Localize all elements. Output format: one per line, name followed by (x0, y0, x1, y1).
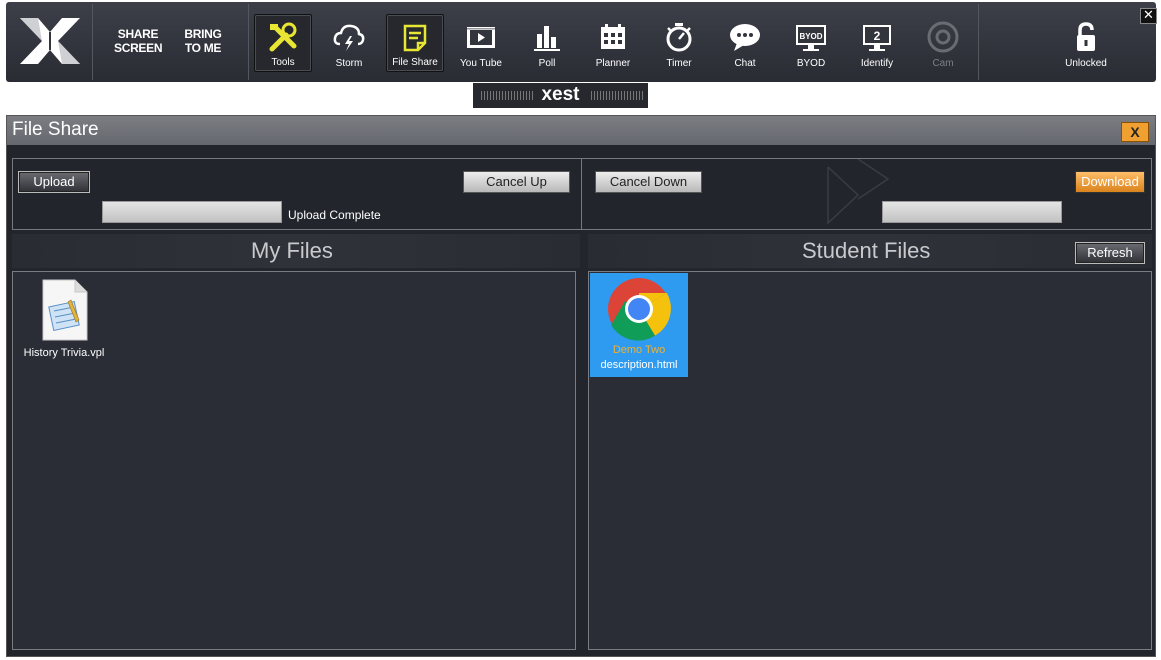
unlocked-padlock-icon (1077, 22, 1095, 51)
window-title: File Share (12, 119, 99, 140)
file-name: History Trivia.vpl (23, 347, 105, 359)
file-share-window: File Share X Upload Upload Complete Canc… (6, 115, 1156, 657)
download-button[interactable]: Download (1075, 171, 1145, 193)
file-share-label: File Share (392, 57, 438, 68)
app-logo-icon[interactable] (20, 18, 80, 64)
byod-monitor-icon: BYOD (796, 25, 826, 51)
transfer-panel: Upload Upload Complete Cancel Up Cancel … (12, 158, 1152, 230)
refresh-button[interactable]: Refresh (1075, 242, 1145, 264)
identify-monitor-icon: 2 (863, 25, 891, 51)
my-files-title: My Files (251, 238, 333, 263)
notepad-file-icon (42, 279, 88, 341)
close-icon: ✕ (1143, 8, 1154, 23)
cam-button[interactable]: Cam (914, 14, 972, 72)
toolbar-separator (978, 4, 979, 80)
tools-button[interactable]: Tools (254, 14, 312, 72)
poll-chart-icon (534, 26, 560, 51)
brand-stripes-right (591, 91, 643, 100)
storm-button[interactable]: Storm (320, 14, 378, 72)
cam-icon (927, 21, 959, 53)
planner-button[interactable]: Planner (584, 14, 642, 72)
storm-cloud-icon (333, 24, 365, 51)
chat-bubble-icon (730, 24, 760, 51)
youtube-label: You Tube (460, 58, 502, 69)
share-screen-line1: SHARE (117, 27, 159, 41)
file-item[interactable]: Demo Two description.html (590, 273, 688, 377)
file-share-button[interactable]: File Share (386, 14, 444, 72)
xest-brand-strip: xest (473, 83, 648, 108)
student-files-panel: Demo Two description.html (588, 271, 1152, 650)
byod-button[interactable]: BYOD BYOD (782, 14, 840, 72)
window-titlebar: File Share X (7, 116, 1155, 145)
poll-label: Poll (538, 58, 556, 69)
byod-badge: BYOD (799, 32, 822, 41)
file-share-icon (403, 24, 427, 52)
close-app-button[interactable]: ✕ (1140, 8, 1157, 24)
byod-label: BYOD (796, 58, 826, 69)
background-chevron-decoration (827, 159, 890, 225)
unlocked-label: Unlocked (1065, 58, 1107, 69)
chat-button[interactable]: Chat (716, 14, 774, 72)
identify-label: Identify (860, 58, 894, 69)
poll-button[interactable]: Poll (518, 14, 576, 72)
download-progress-bar (882, 201, 1062, 223)
timer-stopwatch-icon (666, 23, 692, 52)
planner-calendar-icon (601, 24, 625, 49)
identify-button[interactable]: 2 Identify (848, 14, 906, 72)
top-toolbar: SHARE SCREEN BRING TO ME Tools Storm Fil… (6, 2, 1157, 82)
my-files-panel: History Trivia.vpl (12, 271, 576, 650)
storm-label: Storm (335, 58, 363, 69)
youtube-button[interactable]: You Tube (452, 14, 510, 72)
toolbar-separator (248, 4, 249, 80)
toolbar-separator (92, 4, 93, 80)
window-close-button[interactable]: X (1121, 122, 1149, 142)
youtube-film-icon (467, 27, 495, 48)
cam-label: Cam (932, 58, 954, 69)
chrome-icon (608, 278, 671, 341)
tools-icon (269, 22, 297, 52)
bring-to-me-button[interactable]: BRING TO ME (182, 27, 224, 55)
timer-button[interactable]: Timer (650, 14, 708, 72)
bring-to-me-line1: BRING (184, 27, 222, 41)
unlocked-button[interactable]: Unlocked (1056, 14, 1116, 72)
timer-label: Timer (666, 58, 692, 69)
chat-label: Chat (734, 58, 756, 69)
planner-label: Planner (595, 58, 631, 69)
file-item[interactable]: History Trivia.vpl (15, 274, 113, 378)
bring-to-me-line2: TO ME (184, 41, 222, 55)
file-name-line2: description.html (600, 359, 678, 371)
share-screen-button[interactable]: SHARE SCREEN (114, 27, 163, 55)
identify-badge: 2 (874, 29, 881, 43)
tools-label: Tools (271, 57, 295, 68)
file-name-line1: Demo Two (612, 344, 666, 356)
student-files-title: Student Files (802, 238, 931, 263)
share-screen-line2: SCREEN (114, 41, 163, 55)
